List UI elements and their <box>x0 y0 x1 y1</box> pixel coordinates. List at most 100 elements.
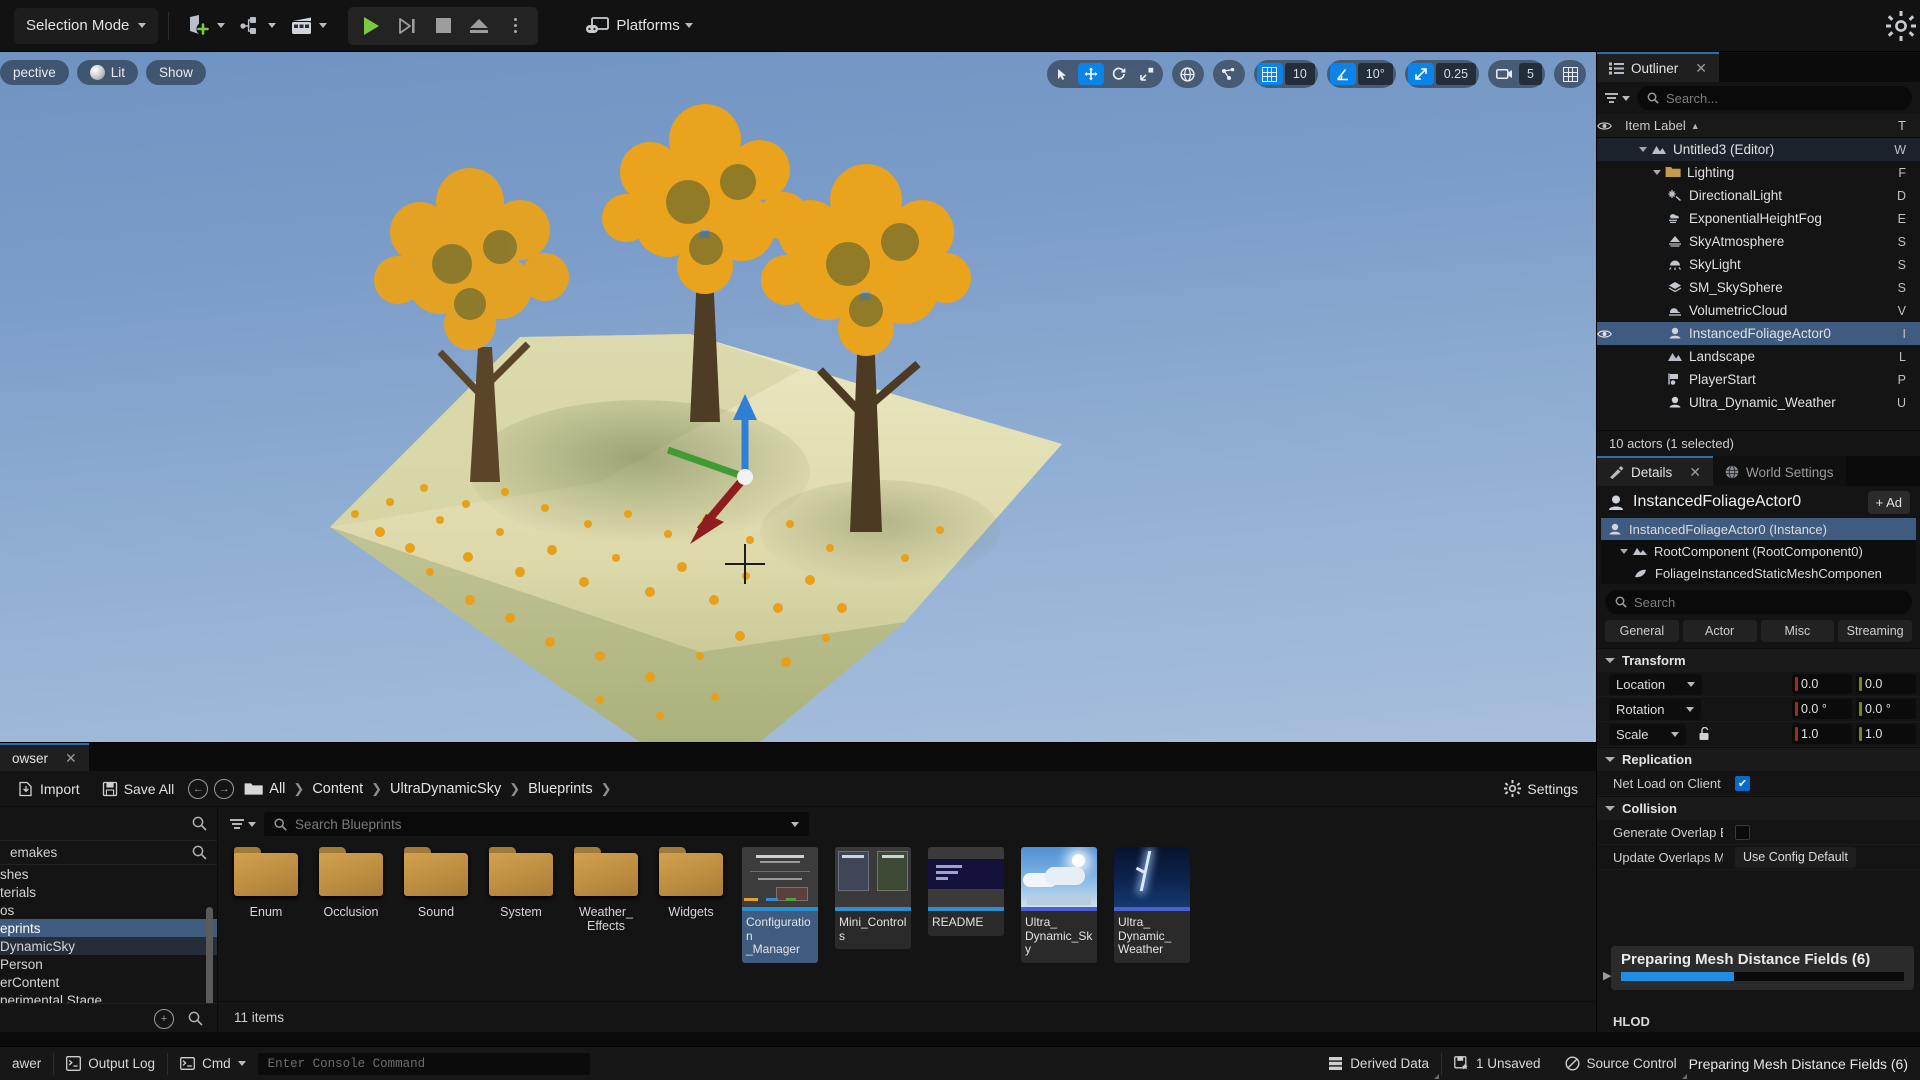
camera-icon[interactable] <box>1491 63 1517 85</box>
sources-tree-item[interactable]: os <box>0 901 217 919</box>
folder-tile[interactable]: Enum <box>232 847 300 919</box>
component-row[interactable]: RootComponent (RootComponent0) <box>1601 540 1916 562</box>
back-arrow-icon[interactable]: ← <box>188 778 209 799</box>
breadcrumb-item-content[interactable]: Content <box>312 781 363 797</box>
asset-tile[interactable]: Ultra_ Dynamic_ Weather <box>1114 847 1190 963</box>
details-filter-tab-general[interactable]: General <box>1605 620 1679 642</box>
details-filter-tab-misc[interactable]: Misc <box>1760 620 1835 642</box>
add-icon[interactable]: + <box>154 1008 174 1029</box>
outliner-row-sm-skysphere[interactable]: SM_SkySphere S <box>1597 276 1920 299</box>
angle-snap-value[interactable]: 10° <box>1357 63 1393 85</box>
vector-field-x[interactable]: 0.0 ° <box>1792 699 1852 719</box>
sources-tree-item[interactable]: erContent <box>0 973 217 991</box>
asset-tile[interactable]: Ultra_ Dynamic_Sky <box>1021 847 1097 963</box>
section-header-collision[interactable]: Collision <box>1597 796 1920 820</box>
folder-tile[interactable]: System <box>487 847 555 919</box>
property-combobox[interactable]: Use Config Default <box>1735 846 1856 868</box>
sources-tree-item[interactable]: eprints <box>0 919 217 937</box>
sources-tree-item[interactable]: terials <box>0 883 217 901</box>
forward-arrow-icon[interactable]: → <box>214 778 235 799</box>
property-scale-dropdown[interactable]: Scale <box>1609 723 1686 745</box>
import-button[interactable]: Import <box>10 776 88 802</box>
view-mode-button[interactable]: Lit <box>76 60 139 85</box>
outliner-row-landscape[interactable]: Landscape L <box>1597 345 1920 368</box>
property-checkbox[interactable]: ✔ <box>1735 775 1750 791</box>
angle-snap-icon[interactable] <box>1329 63 1356 85</box>
sources-tree-item[interactable]: Person <box>0 955 217 973</box>
surface-snap-icon[interactable] <box>1216 63 1242 85</box>
status-progress[interactable]: Preparing Mesh Distance Fields (6) <box>1689 1056 1920 1072</box>
close-icon[interactable]: ✕ <box>65 750 77 767</box>
expand-caret-icon[interactable] <box>1620 548 1628 554</box>
outliner-row-skylight[interactable]: SkyLight S <box>1597 253 1920 276</box>
breadcrumb-item-ultradynamicsky[interactable]: UltraDynamicSky <box>390 781 501 797</box>
eye-icon[interactable] <box>1597 121 1625 131</box>
sources-tree-item[interactable]: shes <box>0 865 217 883</box>
outliner-row-volumetriccloud[interactable]: VolumetricCloud V <box>1597 299 1920 322</box>
stop-button[interactable] <box>426 9 460 43</box>
sources-tree-item[interactable]: DynamicSky <box>0 937 217 955</box>
outliner-row-directionallight[interactable]: DirectionalLight D <box>1597 184 1920 207</box>
search-icon[interactable] <box>188 1011 203 1026</box>
close-icon[interactable]: ✕ <box>1695 60 1707 77</box>
level-viewport[interactable]: pective Lit Show 10 10° 0.25 5 <box>0 52 1596 742</box>
folder-tile[interactable]: Occlusion <box>317 847 385 919</box>
chevron-down-icon[interactable] <box>791 821 799 827</box>
property-rotation-dropdown[interactable]: Rotation <box>1609 698 1702 720</box>
expand-caret-icon[interactable] <box>1653 170 1661 175</box>
sources-search-input[interactable] <box>0 807 217 841</box>
expand-arrow-icon[interactable]: ▶ <box>1603 969 1611 982</box>
details-filter-tab-streaming[interactable]: Streaming <box>1838 620 1912 642</box>
scale-icon[interactable] <box>1134 63 1160 85</box>
surface-snap-button[interactable] <box>1212 60 1245 88</box>
details-filter-tab-actor[interactable]: Actor <box>1682 620 1757 642</box>
section-header-transform[interactable]: Transform <box>1597 648 1920 672</box>
folder-tile[interactable]: Sound <box>402 847 470 919</box>
close-icon[interactable]: ✕ <box>1689 464 1701 481</box>
details-search-input[interactable]: Search <box>1605 590 1912 614</box>
component-row[interactable]: InstancedFoliageActor0 (Instance) <box>1601 518 1916 540</box>
vector-field-x[interactable]: 0.0 <box>1792 674 1852 694</box>
camera-speed-value[interactable]: 5 <box>1519 63 1542 85</box>
select-icon[interactable] <box>1050 63 1076 85</box>
output-log-button[interactable]: Output Log <box>54 1047 167 1080</box>
outliner-row-playerstart[interactable]: PlayerStart P <box>1597 368 1920 391</box>
assets-filter-button[interactable] <box>230 819 256 829</box>
cinematics-button[interactable] <box>283 8 334 44</box>
outliner-row-instancedfoliageactor0[interactable]: InstancedFoliageActor0 I <box>1597 322 1920 345</box>
expand-caret-icon[interactable] <box>1639 147 1647 152</box>
console-command-input[interactable]: Enter Console Command <box>257 1052 590 1075</box>
sources-tree-item[interactable]: perimental Stage <box>0 991 217 1004</box>
blueprints-button[interactable] <box>232 8 283 44</box>
property-location-dropdown[interactable]: Location <box>1609 673 1703 695</box>
outliner-row-ultra-dynamic-weather[interactable]: Ultra_Dynamic_Weather U <box>1597 391 1920 414</box>
sources-scrollbar[interactable] <box>206 907 213 1003</box>
tab-world-settings[interactable]: World Settings <box>1713 456 1846 486</box>
search-icon[interactable] <box>192 845 207 860</box>
scale-snap-icon[interactable] <box>1407 63 1434 85</box>
grid-snap-value[interactable]: 10 <box>1284 63 1315 85</box>
unsaved-button[interactable]: 1 Unsaved <box>1442 1047 1553 1080</box>
play-more-options-button[interactable] <box>498 9 532 43</box>
eject-button[interactable] <box>462 9 496 43</box>
add-actor-button[interactable] <box>179 8 232 44</box>
property-checkbox[interactable] <box>1735 824 1750 840</box>
tab-details[interactable]: Details ✕ <box>1597 456 1713 486</box>
outliner-filter-button[interactable] <box>1605 93 1630 103</box>
tab-outliner[interactable]: Outliner ✕ <box>1597 52 1720 82</box>
outliner-row-skyatmosphere[interactable]: SkyAtmosphere S <box>1597 230 1920 253</box>
section-header-replication[interactable]: Replication <box>1597 747 1920 771</box>
outliner-row-untitled3-editor-[interactable]: Untitled3 (Editor) W <box>1597 138 1920 161</box>
grid-snap-icon[interactable] <box>1256 63 1283 85</box>
vector-field-y[interactable]: 1.0 <box>1856 724 1916 744</box>
show-menu-button[interactable]: Show <box>146 60 206 85</box>
content-settings-button[interactable]: Settings <box>1496 776 1586 802</box>
derived-data-button[interactable]: Derived Data <box>1316 1047 1441 1080</box>
column-type-label[interactable]: T <box>1898 118 1920 133</box>
breadcrumb-item-blueprints[interactable]: Blueprints <box>528 781 592 797</box>
skip-button[interactable] <box>390 9 424 43</box>
asset-tile[interactable]: Mini_Controls <box>835 847 911 949</box>
visibility-toggle-icon[interactable] <box>1597 329 1625 339</box>
vector-field-x[interactable]: 1.0 <box>1792 724 1852 744</box>
coordinate-system-button[interactable] <box>1171 60 1204 88</box>
